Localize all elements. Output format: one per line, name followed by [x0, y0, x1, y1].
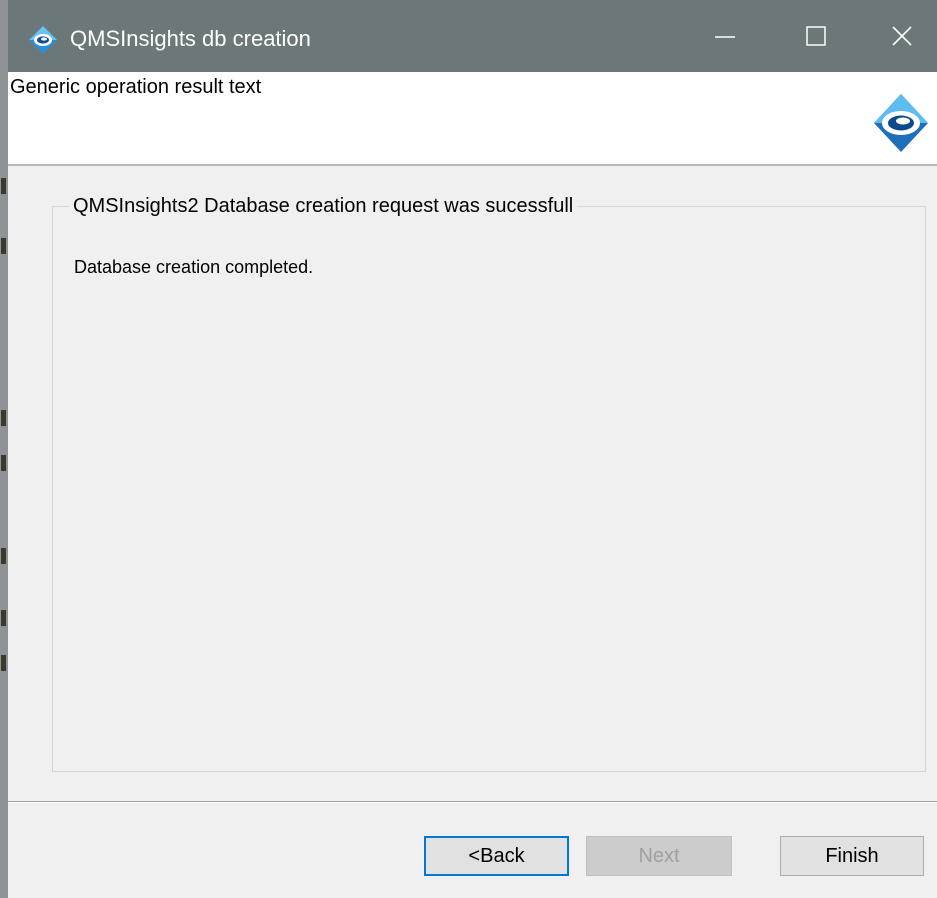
- minimize-button[interactable]: [684, 0, 766, 72]
- footer-divider: [8, 801, 937, 803]
- app-logo-icon: [29, 26, 57, 54]
- maximize-icon: [806, 26, 826, 46]
- left-edge-marks: [0, 0, 8, 898]
- finish-button[interactable]: Finish: [780, 836, 924, 876]
- back-button[interactable]: <Back: [424, 836, 569, 876]
- minimize-icon: [715, 36, 735, 38]
- header-title: Generic operation result text: [10, 76, 262, 98]
- groupbox-legend: QMSInsights2 Database creation request w…: [69, 192, 578, 220]
- result-message: Database creation completed.: [74, 257, 314, 277]
- result-groupbox: QMSInsights2 Database creation request w…: [52, 192, 926, 772]
- close-icon: [892, 26, 912, 46]
- close-button[interactable]: [861, 0, 937, 72]
- brand-logo-icon: [874, 94, 928, 152]
- maximize-button[interactable]: [775, 0, 857, 72]
- window-title: QMSInsights db creation: [70, 26, 311, 51]
- wizard-header: Generic operation result text: [8, 72, 937, 166]
- next-button[interactable]: Next: [586, 836, 732, 876]
- title-bar[interactable]: QMSInsights db creation: [8, 0, 937, 72]
